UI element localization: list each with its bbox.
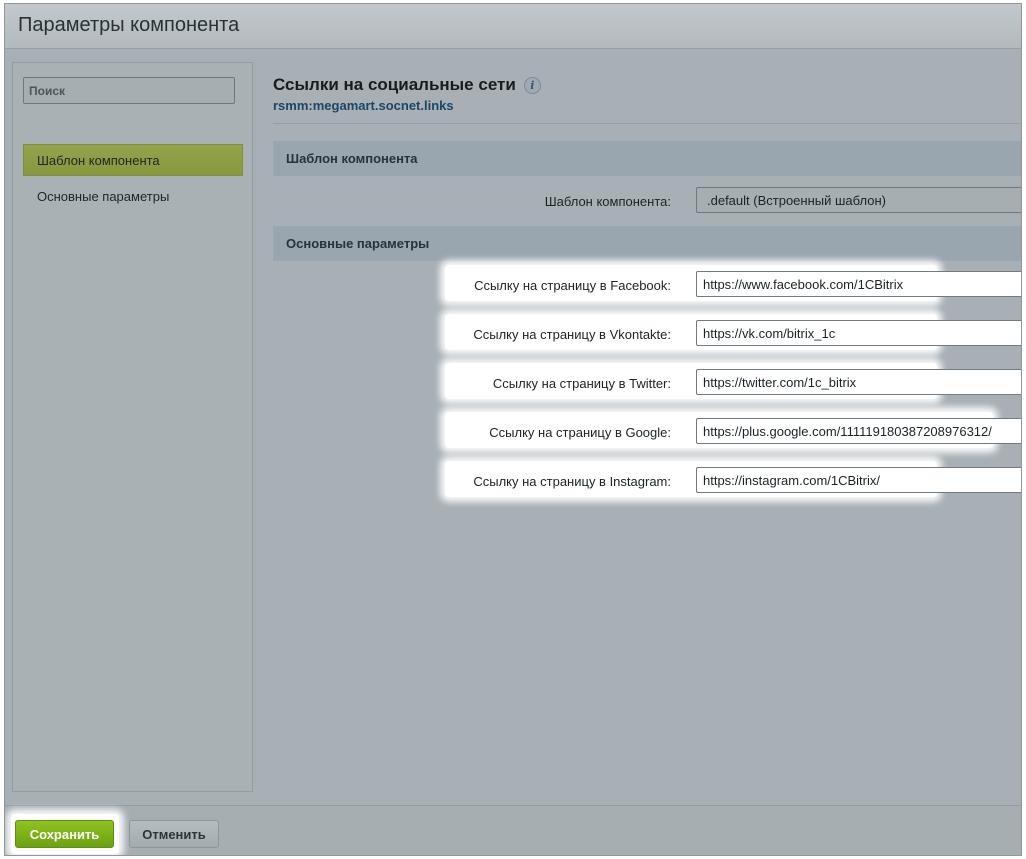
vkontakte-field-label: Ссылку на страницу в Vkontakte: — [473, 327, 671, 342]
instagram-url-input[interactable] — [696, 467, 1021, 493]
template-select[interactable]: .default (Встроенный шаблон) — [696, 187, 1021, 213]
component-title-row: Ссылки на социальные сети i — [273, 75, 541, 97]
divider — [273, 123, 1021, 124]
google-field-label: Ссылку на страницу в Google: — [489, 425, 671, 440]
section-header-template: Шаблон компонента — [273, 141, 1021, 176]
section-header-main: Основные параметры — [273, 226, 1021, 261]
search-input[interactable] — [23, 77, 235, 104]
template-field-label: Шаблон компонента: — [544, 194, 671, 209]
component-parameters-dialog: Параметры компонента Шаблон компонента О… — [4, 3, 1022, 856]
sidebar-item-main-parameters[interactable]: Основные параметры — [23, 180, 243, 212]
twitter-field-label: Ссылку на страницу в Twitter: — [492, 376, 671, 391]
sidebar: Шаблон компонента Основные параметры — [12, 62, 253, 792]
sidebar-item-component-template[interactable]: Шаблон компонента — [23, 144, 243, 176]
component-code: rsmm:megamart.socnet.links — [273, 98, 454, 113]
instagram-field-label: Ссылку на страницу в Instagram: — [473, 474, 671, 489]
vkontakte-url-input[interactable] — [696, 320, 1021, 346]
save-button[interactable]: Сохранить — [15, 820, 114, 848]
info-icon[interactable]: i — [523, 76, 541, 94]
facebook-url-input[interactable] — [696, 271, 1021, 297]
dialog-footer: Сохранить Отменить — [5, 805, 1021, 855]
google-url-input[interactable] — [696, 418, 1021, 444]
component-title: Ссылки на социальные сети — [273, 75, 516, 94]
twitter-url-input[interactable] — [696, 369, 1021, 395]
facebook-field-label: Ссылку на страницу в Facebook: — [474, 278, 671, 293]
content-panel: Ссылки на социальные сети i rsmm:megamart… — [273, 62, 1021, 792]
dialog-title: Параметры компонента — [18, 14, 240, 36]
dialog-header: Параметры компонента — [5, 4, 1021, 49]
cancel-button[interactable]: Отменить — [129, 820, 219, 848]
